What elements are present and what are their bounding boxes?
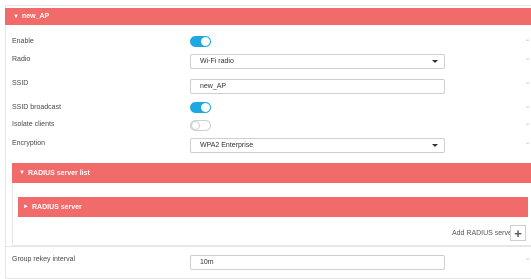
ellipsis-icon[interactable]: ··· [525, 256, 530, 263]
add-radius-server-label: Add RADIUS server [452, 230, 515, 237]
ellipsis-icon[interactable]: ··· [525, 121, 530, 128]
ap-header[interactable]: ▼ new_AP [5, 8, 531, 25]
triangle-right-icon: ► [23, 204, 29, 210]
ellipsis-icon[interactable]: ··· [525, 80, 530, 87]
encryption-value: WPA2 Enterprise [200, 142, 254, 149]
radius-list-title: RADIUS server list [27, 169, 90, 177]
plus-icon: + [514, 225, 522, 241]
ssid-value: new_AP [200, 83, 227, 90]
ellipsis-icon[interactable]: ··· [525, 140, 530, 147]
triangle-down-icon: ▼ [13, 13, 19, 20]
ap-title: new_AP [21, 13, 50, 20]
chevron-down-icon [432, 144, 438, 147]
group-rekey-label: Group rekey interval [12, 256, 76, 263]
enable-label: Enable [12, 38, 34, 45]
radio-label: Radio [12, 56, 31, 63]
triangle-down-icon: ▼ [19, 170, 25, 176]
ellipsis-icon[interactable]: ··· [525, 37, 530, 44]
isolate-clients-label: Isolate clients [12, 121, 55, 128]
group-rekey-value: 10m [200, 259, 214, 266]
radius-list-header[interactable]: ▼ RADIUS server list [12, 163, 531, 183]
radius-server-title: RADIUS server [31, 203, 82, 211]
divider [5, 246, 531, 247]
ssid-input[interactable]: new_AP [190, 79, 445, 94]
radio-value: Wi-Fi radio [200, 58, 234, 65]
ssid-broadcast-toggle[interactable] [190, 102, 211, 113]
group-rekey-input[interactable]: 10m [190, 255, 445, 270]
radius-server-header[interactable]: ► RADIUS server [18, 197, 528, 217]
ellipsis-icon[interactable]: ··· [525, 56, 530, 63]
encryption-select[interactable]: WPA2 Enterprise [190, 138, 445, 153]
radio-select[interactable]: Wi-Fi radio [190, 54, 445, 69]
ssid-broadcast-label: SSID broadcast [12, 104, 62, 111]
encryption-label: Encryption [12, 140, 46, 147]
isolate-clients-toggle[interactable] [190, 120, 211, 131]
enable-toggle[interactable] [190, 36, 211, 47]
add-radius-server-button[interactable]: + [510, 225, 526, 241]
chevron-down-icon [432, 60, 438, 63]
ssid-label: SSID [12, 80, 29, 87]
ellipsis-icon[interactable]: ··· [525, 104, 530, 111]
